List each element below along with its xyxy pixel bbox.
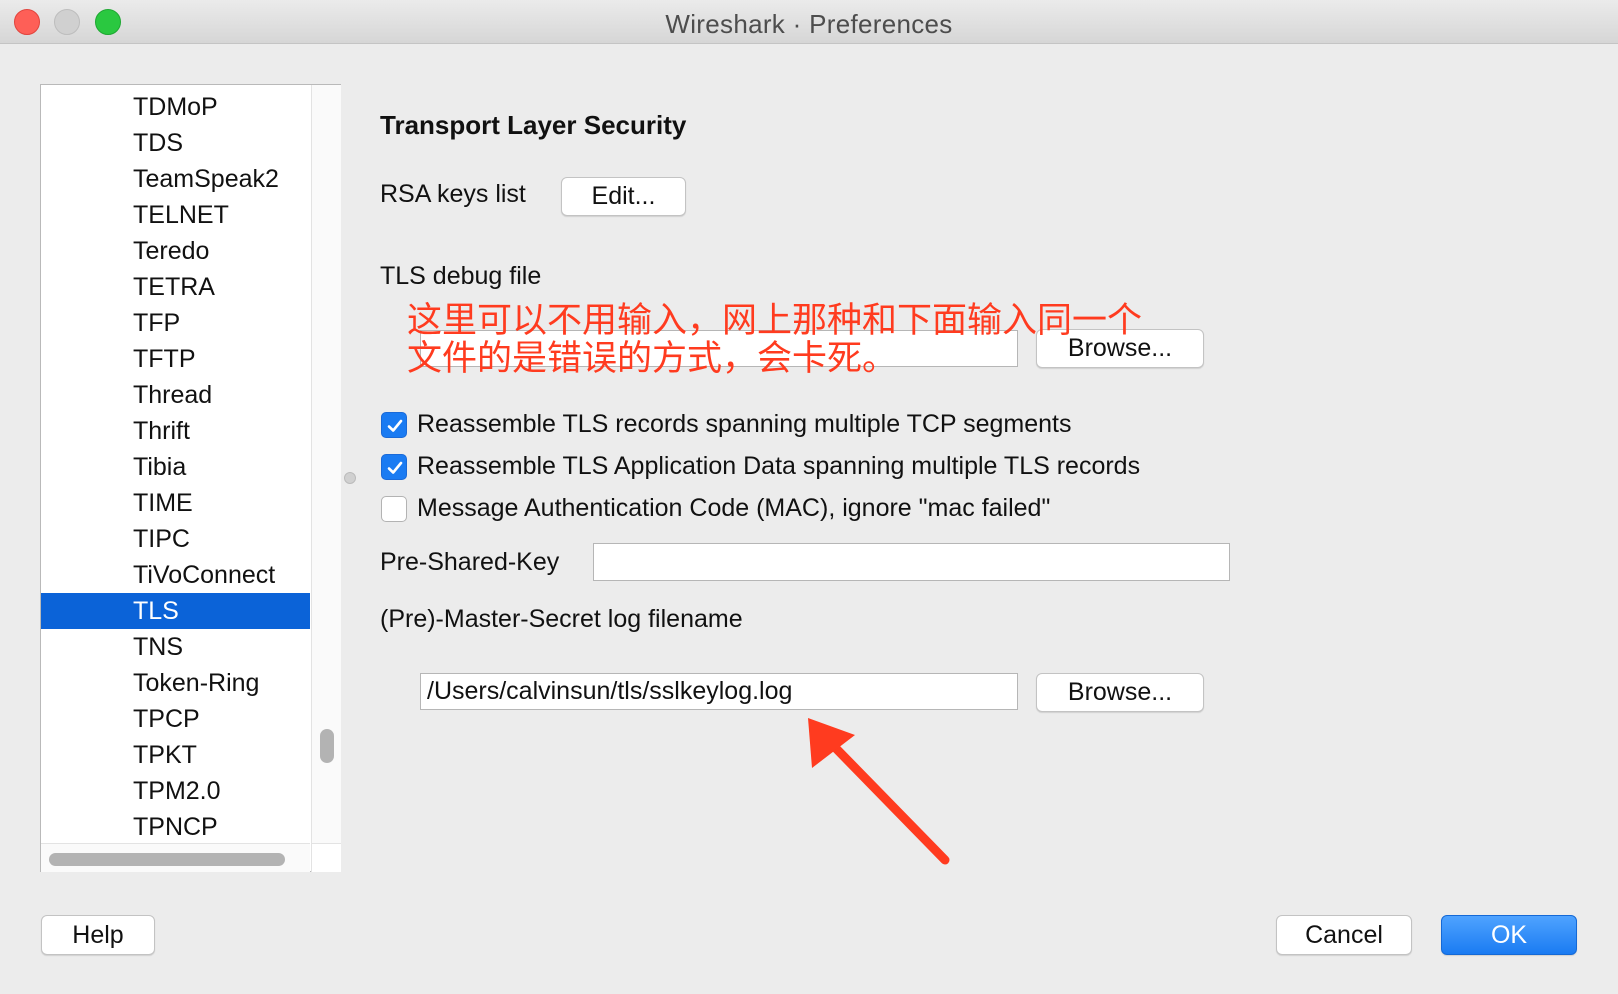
master-secret-browse-button[interactable]: Browse...: [1036, 673, 1204, 712]
preferences-window: Wireshark · Preferences TDMoP TDS TeamSpea…: [0, 0, 1618, 994]
sidebar-item-teredo[interactable]: Teredo: [41, 233, 310, 269]
help-button[interactable]: Help: [41, 915, 155, 955]
vertical-scroll-thumb[interactable]: [320, 729, 334, 763]
sidebar-item-tivoconnect[interactable]: TiVoConnect: [41, 557, 310, 593]
master-secret-file-input[interactable]: [420, 673, 1018, 710]
cancel-button[interactable]: Cancel: [1276, 915, 1412, 955]
sidebar-item-tds[interactable]: TDS: [41, 125, 310, 161]
mac-ignore-checkbox[interactable]: [381, 496, 407, 522]
window-title: Wireshark · Preferences: [665, 9, 953, 39]
sidebar-item-token-ring[interactable]: Token-Ring: [41, 665, 310, 701]
sidebar-item-tetra[interactable]: TETRA: [41, 269, 310, 305]
annotation-arrow-icon: [808, 718, 950, 865]
sidebar-item-tpkt[interactable]: TPKT: [41, 737, 310, 773]
horizontal-scroll-thumb[interactable]: [49, 853, 285, 866]
rsa-keys-label: RSA keys list: [380, 180, 526, 208]
section-title: Transport Layer Security: [380, 110, 687, 140]
sidebar-item-time[interactable]: TIME: [41, 485, 310, 521]
sidebar-item-tpm2-0[interactable]: TPM2.0: [41, 773, 310, 809]
reassemble-app-data-label: Reassemble TLS Application Data spanning…: [417, 452, 1141, 480]
sidebar-item-tftp[interactable]: TFTP: [41, 341, 310, 377]
title-bar: Wireshark · Preferences: [0, 0, 1618, 44]
sidebar-item-thread[interactable]: Thread: [41, 377, 310, 413]
scrollbar-corner: [311, 843, 341, 872]
sidebar-item-thrift[interactable]: Thrift: [41, 413, 310, 449]
annotation-line-2: 文件的是错误的方式，会卡死。: [407, 339, 898, 379]
mac-ignore-label: Message Authentication Code (MAC), ignor…: [417, 494, 1051, 522]
reassemble-app-data-checkbox[interactable]: [381, 454, 407, 480]
sidebar-item-tfp[interactable]: TFP: [41, 305, 310, 341]
psk-input[interactable]: [593, 543, 1230, 581]
ok-button[interactable]: OK: [1441, 915, 1577, 955]
reassemble-tcp-label: Reassemble TLS records spanning multiple…: [417, 410, 1072, 438]
master-secret-label: (Pre)-Master-Secret log filename: [380, 605, 743, 633]
tls-debug-file-label: TLS debug file: [380, 262, 542, 290]
sidebar-item-teamspeak2[interactable]: TeamSpeak2: [41, 161, 310, 197]
sidebar-item-tibia[interactable]: Tibia: [41, 449, 310, 485]
sidebar-item-tpncp[interactable]: TPNCP: [41, 809, 310, 843]
protocol-tree[interactable]: TDMoP TDS TeamSpeak2 TELNET Teredo TETRA TFP TF…: [40, 84, 341, 872]
sidebar-item-tpcp[interactable]: TPCP: [41, 701, 310, 737]
annotation-line-1: 这里可以不用输入，网上那种和下面输入同一个: [407, 301, 1143, 341]
vertical-scrollbar[interactable]: [311, 85, 341, 843]
sidebar-item-tns[interactable]: TNS: [41, 629, 310, 665]
sidebar-item-tipc[interactable]: TIPC: [41, 521, 310, 557]
sidebar-item-telnet[interactable]: TELNET: [41, 197, 310, 233]
rsa-edit-button[interactable]: Edit...: [561, 177, 686, 216]
reassemble-tcp-checkbox[interactable]: [381, 412, 407, 438]
splitter-handle[interactable]: [344, 472, 356, 484]
checkmark-icon: [387, 419, 403, 432]
sidebar-item-tdmop[interactable]: TDMoP: [41, 89, 310, 125]
horizontal-scrollbar[interactable]: [41, 843, 310, 872]
annotation-note: 这里可以不用输入，网上那种和下面输入同一个 文件的是错误的方式，会卡死。: [407, 302, 1142, 378]
checkmark-icon: [387, 461, 403, 474]
psk-label: Pre-Shared-Key: [380, 548, 560, 576]
protocol-list[interactable]: TDMoP TDS TeamSpeak2 TELNET Teredo TETRA TFP TF…: [41, 85, 310, 843]
sidebar-item-tls[interactable]: TLS: [41, 593, 310, 629]
